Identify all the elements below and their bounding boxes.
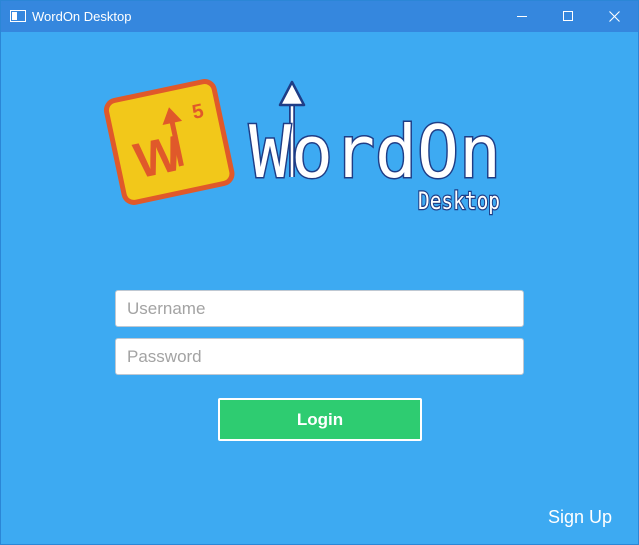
minimize-button[interactable] bbox=[500, 1, 546, 32]
logo-tile: W 5 bbox=[103, 79, 235, 205]
maximize-icon bbox=[563, 11, 573, 21]
logo-wordmark: WordOn Desktop bbox=[248, 80, 503, 216]
title-bar[interactable]: WordOn Desktop bbox=[1, 1, 638, 32]
app-window-icon bbox=[10, 10, 26, 22]
login-button[interactable]: Login bbox=[218, 398, 422, 441]
app-window: WordOn Desktop W 5 WordOn Desktop Userna… bbox=[0, 0, 639, 545]
minimize-icon bbox=[517, 16, 527, 17]
password-input[interactable] bbox=[115, 338, 524, 375]
maximize-button[interactable] bbox=[546, 1, 592, 32]
window-title: WordOn Desktop bbox=[32, 9, 132, 24]
sign-up-link[interactable]: Sign Up bbox=[548, 507, 612, 528]
wordmark-text: WordOn bbox=[249, 110, 501, 194]
close-icon bbox=[609, 11, 620, 22]
username-input[interactable] bbox=[115, 290, 524, 327]
wordmark-subtitle: Desktop bbox=[418, 187, 500, 215]
close-button[interactable] bbox=[592, 1, 638, 32]
